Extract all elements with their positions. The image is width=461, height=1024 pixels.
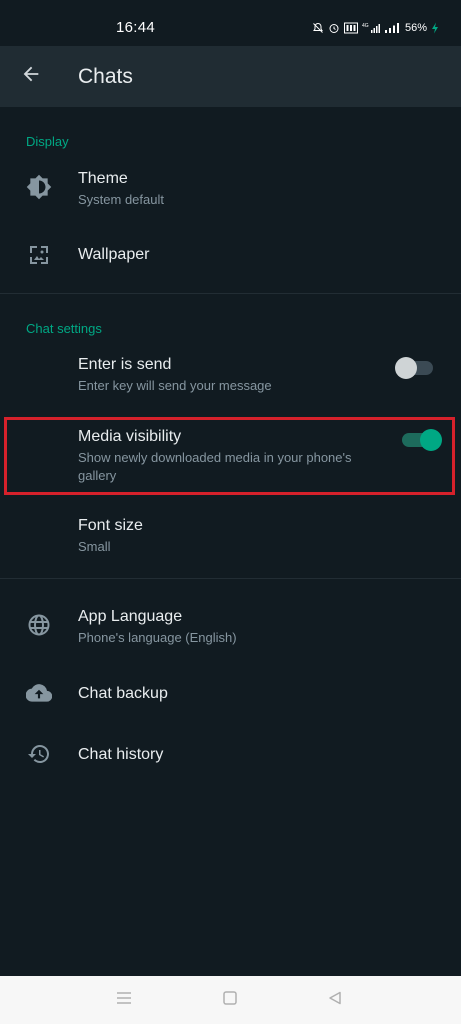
signal-4g-icon: 4G xyxy=(362,22,380,34)
setting-title-chat-history: Chat history xyxy=(78,746,164,763)
back-button[interactable] xyxy=(14,59,48,93)
media-visibility-toggle[interactable] xyxy=(402,429,442,451)
setting-title-chat-backup: Chat backup xyxy=(78,685,168,702)
enter-is-send-toggle[interactable] xyxy=(395,357,433,379)
setting-title-theme: Theme xyxy=(78,170,128,187)
status-time: 16:44 xyxy=(116,19,156,36)
back-triangle-icon xyxy=(328,991,342,1010)
setting-subtitle-theme: System default xyxy=(78,192,164,207)
page-title: Chats xyxy=(78,65,133,88)
setting-row-enter-is-send[interactable]: Enter is send Enter key will send your m… xyxy=(0,346,461,406)
section-divider xyxy=(0,293,461,294)
battery-percentage: 56% xyxy=(404,22,427,34)
back-nav-button[interactable] xyxy=(323,988,347,1012)
globe-icon xyxy=(26,612,52,638)
toggle-knob xyxy=(395,357,417,379)
setting-row-font-size[interactable]: Font size Small xyxy=(0,508,461,568)
setting-title-wallpaper: Wallpaper xyxy=(78,246,150,263)
cloud-upload-icon xyxy=(26,680,52,706)
home-square-icon xyxy=(223,990,237,1010)
system-nav-bar xyxy=(0,976,461,1024)
setting-row-theme[interactable]: Theme System default xyxy=(0,160,461,220)
mute-bell-icon xyxy=(312,22,324,34)
status-bar: 16:44 4G 56% xyxy=(0,0,461,46)
toggle-knob xyxy=(420,429,442,451)
history-icon xyxy=(26,741,52,767)
status-icons: 4G 56% xyxy=(312,20,439,36)
setting-subtitle-app-language: Phone's language (English) xyxy=(78,630,237,645)
setting-title-font-size: Font size xyxy=(78,517,143,534)
section-header-chat-settings: Chat settings xyxy=(26,321,102,336)
signal-icon xyxy=(384,22,400,34)
section-divider xyxy=(0,578,461,579)
home-button[interactable] xyxy=(218,988,242,1012)
setting-row-wallpaper[interactable]: Wallpaper xyxy=(0,226,461,286)
section-header-display: Display xyxy=(26,134,69,149)
svg-text:4G: 4G xyxy=(362,23,369,29)
setting-row-chat-backup[interactable]: Chat backup xyxy=(0,664,461,724)
wallpaper-icon xyxy=(26,242,52,268)
setting-row-media-visibility[interactable]: Media visibility Show newly downloaded m… xyxy=(0,418,461,494)
alarm-icon xyxy=(328,22,340,34)
setting-title-app-language: App Language xyxy=(78,608,183,625)
volte-icon xyxy=(343,22,358,34)
setting-title-media-visibility: Media visibility xyxy=(78,428,182,445)
setting-subtitle-font-size: Small xyxy=(78,539,111,554)
menu-button[interactable] xyxy=(112,988,136,1012)
setting-subtitle-enter-is-send: Enter key will send your message xyxy=(78,378,272,393)
chats-settings-screen: 16:44 4G 56% Chats Display Theme System … xyxy=(0,0,461,1024)
battery-charging-icon xyxy=(431,22,439,34)
setting-row-chat-history[interactable]: Chat history xyxy=(0,725,461,785)
arrow-left-icon xyxy=(20,63,42,90)
setting-title-enter-is-send: Enter is send xyxy=(78,356,172,373)
setting-subtitle-media-visibility: Show newly downloaded media in your phon… xyxy=(78,450,352,483)
setting-row-app-language[interactable]: App Language Phone's language (English) xyxy=(0,598,461,658)
app-bar: Chats xyxy=(0,46,461,107)
brightness-icon xyxy=(26,174,52,200)
menu-icon xyxy=(116,991,132,1010)
